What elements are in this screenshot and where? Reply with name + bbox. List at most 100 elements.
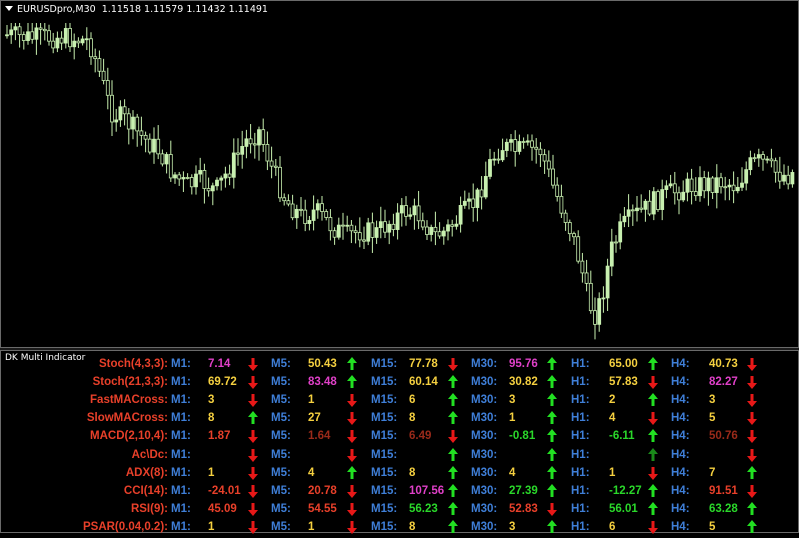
arrow-up-icon [546,447,558,463]
candle-body [530,140,534,148]
timeframe-label: M1: [171,466,191,479]
indicator-value: 91.51 [709,484,738,497]
timeframe-label: M5: [271,466,291,479]
arrow-up-icon [647,392,659,408]
indicator-value: 8 [409,412,416,425]
timeframe-label: M5: [271,412,291,425]
candle-body [408,214,413,217]
indicator-row: PSAR(0.04,0.2): M1: 1 M5: 1 M15: 8 M30: 3 H1: 6 H4:… [1,519,798,537]
timeframe-label: M15: [371,394,398,407]
indicator-value: 57.83 [609,376,638,389]
arrow-down-icon [746,392,758,408]
arrow-down-icon [546,501,558,517]
candle-body [332,230,337,238]
candle-body [399,205,404,214]
candle-body [353,230,358,234]
candle-body [635,207,639,212]
arrow-up-icon [447,374,459,390]
arrow-up-icon [346,356,358,372]
arrow-down-icon [346,428,358,444]
candle-body [622,215,627,223]
timeframe-label: M30: [471,448,498,461]
timeframe-label: H1: [571,448,590,461]
arrow-down-icon [746,447,758,463]
indicator-value: 50.43 [308,358,337,370]
arrow-up-icon [447,501,459,517]
indicator-value: 77.78 [409,358,438,370]
candle-body [614,241,618,244]
indicator-value: 27 [308,412,321,425]
candle-body [395,212,400,230]
candle-body [206,188,211,192]
candle-body [462,200,467,206]
candle-body [55,37,60,49]
candle-body [269,160,274,167]
candle-body [656,191,660,210]
candle-body [618,221,623,243]
arrow-up-icon [447,447,459,463]
candle-body [706,177,711,192]
arrow-up-icon [447,519,459,535]
indicator-panel[interactable]: DK Multi Indicator Stoch(4,3,3): M1: 7.14 M… [0,350,799,534]
candle-body [735,186,740,192]
timeframe-label: M30: [471,502,498,515]
timeframe-label: M15: [371,430,398,443]
candle-body [546,160,551,170]
candle-body [189,177,194,188]
candle-body [433,226,438,233]
candle-body [185,177,190,179]
indicator-value: 1.64 [308,430,331,443]
arrow-up-icon [247,410,259,426]
arrow-down-icon [746,428,758,444]
candle-body [761,154,765,160]
indicator-value: 1 [208,466,215,479]
indicator-value: 3 [208,394,215,407]
arrow-down-icon [247,519,259,535]
timeframe-label: M15: [371,502,398,515]
candle-body [748,157,753,171]
timeframe-label: M5: [271,448,291,461]
price-chart-panel[interactable]: EURUSDpro,M30 1.11518 1.11579 1.11432 1.… [0,0,799,348]
candle-body [286,200,291,205]
dropdown-triangle-icon[interactable] [5,6,13,11]
candle-body [609,241,614,267]
candle-body [143,134,148,140]
candle-body [198,170,203,175]
indicator-row: SlowMACross: M1: 8 M5: 27 M15: 8 M30: 1 H1: 4 H4: 5 [1,410,798,428]
indicator-label: PSAR(0.04,0.2): [82,520,168,533]
timeframe-label: M5: [271,502,291,515]
timeframe-label: M30: [471,466,498,479]
candle-body [68,28,72,48]
indicator-value: 1 [308,520,315,533]
timeframe-label: H4: [671,430,690,443]
candle-body [538,148,543,156]
indicator-label: Ac\Dc: [131,448,168,461]
candle-body [13,26,18,31]
timeframe-label: M15: [371,520,398,533]
arrow-down-icon [346,410,358,426]
candle-body [672,183,677,194]
arrow-down-icon [247,501,259,517]
candle-body [710,177,715,193]
timeframe-label: M1: [171,520,191,533]
candle-body [72,40,77,48]
candle-body [223,173,228,179]
candle-body [202,170,207,189]
candle-body [299,208,303,211]
candle-body [147,138,152,153]
candle-body [80,38,85,44]
indicator-value: 83.48 [308,376,337,389]
arrow-down-icon [247,374,259,390]
timeframe-label: M5: [271,358,291,370]
candle-body [126,113,131,130]
arrow-down-icon [247,392,259,408]
candle-body [475,189,480,208]
candle-body [765,158,770,161]
candle-body [173,174,177,179]
candle-body [471,198,476,208]
candle-body [555,184,560,197]
timeframe-label: M1: [171,502,191,515]
candle-body [236,152,240,155]
candlestick-chart[interactable] [1,1,798,347]
indicator-value: 6.49 [409,430,432,443]
